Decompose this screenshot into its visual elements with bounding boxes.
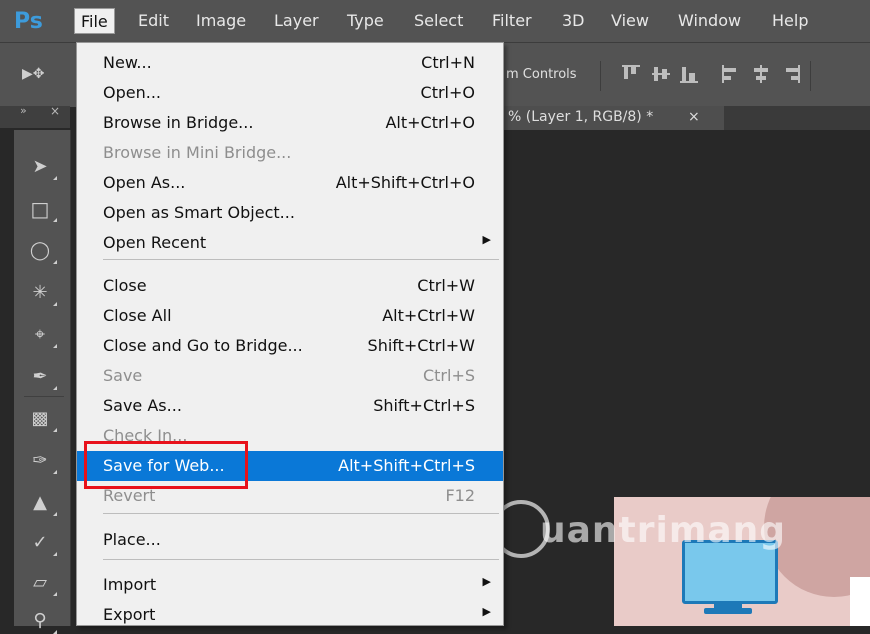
healing-brush-icon[interactable]: ▩	[26, 406, 57, 432]
menu-item-label: Close All	[103, 306, 172, 325]
menu-layer[interactable]: Layer	[268, 8, 325, 34]
menu-item-shortcut: Alt+Ctrl+W	[382, 306, 475, 325]
file-menu-dropdown: New... Ctrl+N Open... Ctrl+O Browse in Bri…	[76, 42, 504, 626]
marquee-icon[interactable]: □	[26, 196, 57, 222]
tools-panel: ➤ □ ◯ ✳ ⌖ ✒ ▩ ✑ ▲ ✓ ▱ ⚲	[14, 130, 71, 634]
document-tab-bar: % (Layer 1, RGB/8) * ×	[504, 106, 870, 130]
align-bottom-icon[interactable]	[680, 65, 698, 83]
eyedropper-icon[interactable]: ✒	[26, 364, 57, 390]
submenu-arrow-icon: ▶	[482, 575, 491, 588]
options-divider	[810, 61, 811, 91]
submenu-arrow-icon: ▶	[482, 605, 491, 618]
menu-item-shortcut: Shift+Ctrl+S	[373, 396, 475, 415]
menu-edit[interactable]: Edit	[132, 8, 175, 34]
menu-separator	[103, 513, 499, 514]
menu-select[interactable]: Select	[408, 8, 469, 34]
photoshop-logo: Ps	[14, 9, 43, 34]
menu-3d[interactable]: 3D	[556, 8, 591, 34]
menu-item-label: Open...	[103, 83, 161, 102]
menu-item-label: New...	[103, 53, 152, 72]
menu-view[interactable]: View	[605, 8, 655, 34]
document-tab-title[interactable]: % (Layer 1, RGB/8) *	[508, 109, 653, 125]
menu-item-label: Close and Go to Bridge...	[103, 336, 303, 355]
menu-item-label: Open Recent	[103, 233, 207, 252]
expand-panel-icon[interactable]: »	[20, 104, 27, 117]
menu-item-label: Browse in Bridge...	[103, 113, 254, 132]
show-transform-controls-label[interactable]: m Controls	[506, 67, 577, 82]
menu-item-close[interactable]: Close Ctrl+W	[77, 271, 503, 301]
menu-item-label: Place...	[103, 530, 161, 549]
menu-window[interactable]: Window	[672, 8, 747, 34]
highlight-callout-box	[84, 441, 248, 489]
history-brush-icon[interactable]: ✓	[26, 530, 57, 556]
menu-item-shortcut: Alt+Shift+Ctrl+O	[335, 173, 475, 192]
move-tool-preset-icon[interactable]: ▶✥	[22, 66, 45, 82]
close-document-icon[interactable]: ×	[688, 109, 700, 125]
align-top-icon[interactable]	[622, 65, 640, 83]
submenu-arrow-icon: ▶	[482, 233, 491, 246]
menu-item-browse-in-mini-bridge: Browse in Mini Bridge...	[77, 138, 503, 168]
menu-item-label: Save	[103, 366, 143, 385]
menu-item-shortcut: Ctrl+O	[420, 83, 475, 102]
monitor-base	[704, 608, 752, 614]
brush-icon[interactable]: ✑	[26, 448, 57, 474]
eraser-icon[interactable]: ▱	[26, 570, 57, 596]
menu-item-browse-in-bridge[interactable]: Browse in Bridge... Alt+Ctrl+O	[77, 108, 503, 138]
menu-item-close-all[interactable]: Close All Alt+Ctrl+W	[77, 301, 503, 331]
menu-item-close-and-go-to-bridge[interactable]: Close and Go to Bridge... Shift+Ctrl+W	[77, 331, 503, 361]
menu-item-label: Close	[103, 276, 147, 295]
menu-item-label: Save As...	[103, 396, 182, 415]
tools-divider	[24, 396, 64, 397]
menu-item-save-as[interactable]: Save As... Shift+Ctrl+S	[77, 391, 503, 421]
menu-item-label: Export	[103, 605, 156, 624]
menu-item-shortcut: Ctrl+W	[417, 276, 475, 295]
menu-item-label: Open as Smart Object...	[103, 203, 295, 222]
align-horizontal-center-icon[interactable]	[752, 65, 770, 83]
crop-icon[interactable]: ⌖	[26, 322, 57, 348]
menu-separator	[103, 259, 499, 260]
menu-separator	[103, 559, 499, 560]
paint-bucket-icon[interactable]: ⚲	[26, 608, 57, 634]
menu-item-shortcut: Ctrl+S	[422, 366, 475, 385]
lasso-icon[interactable]: ◯	[26, 238, 57, 264]
menu-item-import[interactable]: Import ▶	[77, 570, 503, 600]
menu-item-shortcut: Alt+Shift+Ctrl+S	[338, 456, 475, 475]
options-divider	[600, 61, 601, 91]
menu-item-open[interactable]: Open... Ctrl+O	[77, 78, 503, 108]
menu-item-place[interactable]: Place...	[77, 525, 503, 555]
menu-item-open-recent[interactable]: Open Recent ▶	[77, 228, 503, 258]
menu-filter[interactable]: Filter	[486, 8, 538, 34]
clone-stamp-icon[interactable]: ▲	[26, 490, 57, 516]
align-left-icon[interactable]	[722, 65, 740, 83]
menu-bar: Ps File Edit Image Layer Type Select Fil…	[0, 0, 870, 42]
menu-help[interactable]: Help	[766, 8, 814, 34]
menu-file[interactable]: File	[74, 8, 115, 34]
move-icon[interactable]: ➤	[26, 154, 57, 180]
menu-item-open-as[interactable]: Open As... Alt+Shift+Ctrl+O	[77, 168, 503, 198]
align-right-icon[interactable]	[782, 65, 800, 83]
menu-item-open-as-smart-object[interactable]: Open as Smart Object...	[77, 198, 503, 228]
image-white-area	[850, 577, 870, 626]
watermark-text: uantrimang	[540, 510, 787, 551]
menu-image[interactable]: Image	[190, 8, 252, 34]
menu-item-shortcut: Ctrl+N	[421, 53, 475, 72]
magic-wand-icon[interactable]: ✳	[26, 280, 57, 306]
document-tab[interactable]: % (Layer 1, RGB/8) * ×	[504, 106, 724, 130]
align-vertical-center-icon[interactable]	[652, 65, 670, 83]
close-panel-icon[interactable]: ×	[50, 104, 60, 118]
menu-item-shortcut: F12	[445, 486, 475, 505]
menu-item-save: Save Ctrl+S	[77, 361, 503, 391]
menu-item-shortcut: Alt+Ctrl+O	[385, 113, 475, 132]
menu-item-new[interactable]: New... Ctrl+N	[77, 48, 503, 78]
menu-item-label: Browse in Mini Bridge...	[103, 143, 292, 162]
menu-item-shortcut: Shift+Ctrl+W	[367, 336, 475, 355]
menu-item-label: Open As...	[103, 173, 186, 192]
menu-item-label: Import	[103, 575, 157, 594]
menu-type[interactable]: Type	[341, 8, 390, 34]
